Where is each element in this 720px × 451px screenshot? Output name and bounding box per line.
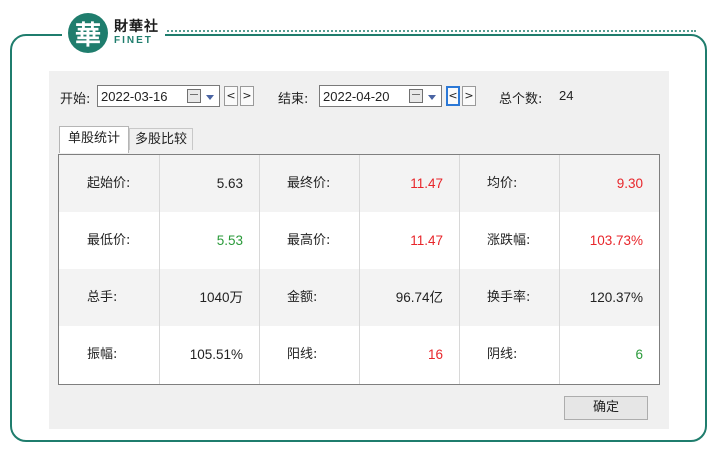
chevron-down-icon[interactable]	[428, 95, 436, 100]
stat-value: 103.73%	[589, 233, 643, 248]
logo-text: 財華社 FINET	[114, 20, 159, 46]
start-date-value: 2022-03-16	[101, 89, 168, 104]
grid-divider	[159, 155, 160, 384]
stat-label: 阳线:	[287, 347, 318, 362]
stat-value: 105.51%	[189, 347, 243, 362]
end-label: 结束:	[278, 92, 309, 107]
start-date-picker[interactable]: 2022-03-16	[97, 85, 220, 107]
stat-value: 11.47	[410, 233, 443, 248]
frame-dotted-divider	[160, 30, 696, 32]
stats-grid: 起始价: 5.63 最终价: 11.47 均价: 9.30 最低价: 5.53 最高价: 11.4…	[58, 154, 660, 385]
end-prev-button[interactable]: <	[446, 86, 460, 106]
stat-value: 9.30	[616, 176, 643, 191]
stat-label: 总手:	[87, 290, 118, 305]
grid-divider	[259, 155, 260, 384]
start-prev-button[interactable]: <	[224, 86, 238, 106]
stat-value: 96.74亿	[395, 290, 443, 305]
logo-mark: 華	[68, 13, 108, 53]
logo-cn: 財華社	[114, 19, 159, 35]
stat-value: 5.63	[216, 176, 243, 191]
finet-logo: 華 財華社 FINET	[62, 8, 165, 58]
grid-divider	[559, 155, 560, 384]
end-next-button[interactable]: >	[462, 86, 476, 106]
stat-value: 120.37%	[589, 290, 643, 305]
grid-divider	[359, 155, 360, 384]
calendar-icon	[187, 89, 201, 103]
total-count-label: 总个数:	[499, 92, 543, 107]
stats-dialog: 开始: 2022-03-16 < > 结束: 2022-04-20 < > 总个…	[49, 71, 669, 429]
total-count-value: 24	[559, 88, 574, 103]
stat-label: 起始价:	[87, 176, 131, 191]
stat-value: 16	[427, 347, 443, 362]
stat-value: 11.47	[410, 176, 443, 191]
date-range-toolbar: 开始: 2022-03-16 < > 结束: 2022-04-20 < > 总个…	[49, 83, 669, 109]
stat-label: 最低价:	[87, 233, 131, 248]
end-date-value: 2022-04-20	[323, 89, 390, 104]
stat-label: 涨跌幅:	[487, 233, 531, 248]
grid-divider	[459, 155, 460, 384]
tab-single-stock[interactable]: 单股统计	[59, 126, 129, 153]
logo-en: FINET	[114, 35, 153, 46]
stat-value: 1040万	[199, 290, 243, 305]
end-date-picker[interactable]: 2022-04-20	[319, 85, 442, 107]
start-label: 开始:	[60, 92, 91, 107]
calendar-icon	[409, 89, 423, 103]
stat-label: 金额:	[287, 290, 318, 305]
stat-value: 5.53	[216, 233, 243, 248]
stat-value: 6	[635, 347, 643, 362]
stat-label: 阴线:	[487, 347, 518, 362]
tab-multi-stock-compare[interactable]: 多股比较	[129, 128, 193, 150]
stat-label: 换手率:	[487, 290, 531, 305]
stat-label: 最高价:	[287, 233, 331, 248]
stat-label: 振幅:	[87, 347, 118, 362]
ok-button[interactable]: 确定	[564, 396, 648, 420]
stat-label: 均价:	[487, 176, 518, 191]
start-next-button[interactable]: >	[240, 86, 254, 106]
chevron-down-icon[interactable]	[206, 95, 214, 100]
stat-label: 最终价:	[287, 176, 331, 191]
